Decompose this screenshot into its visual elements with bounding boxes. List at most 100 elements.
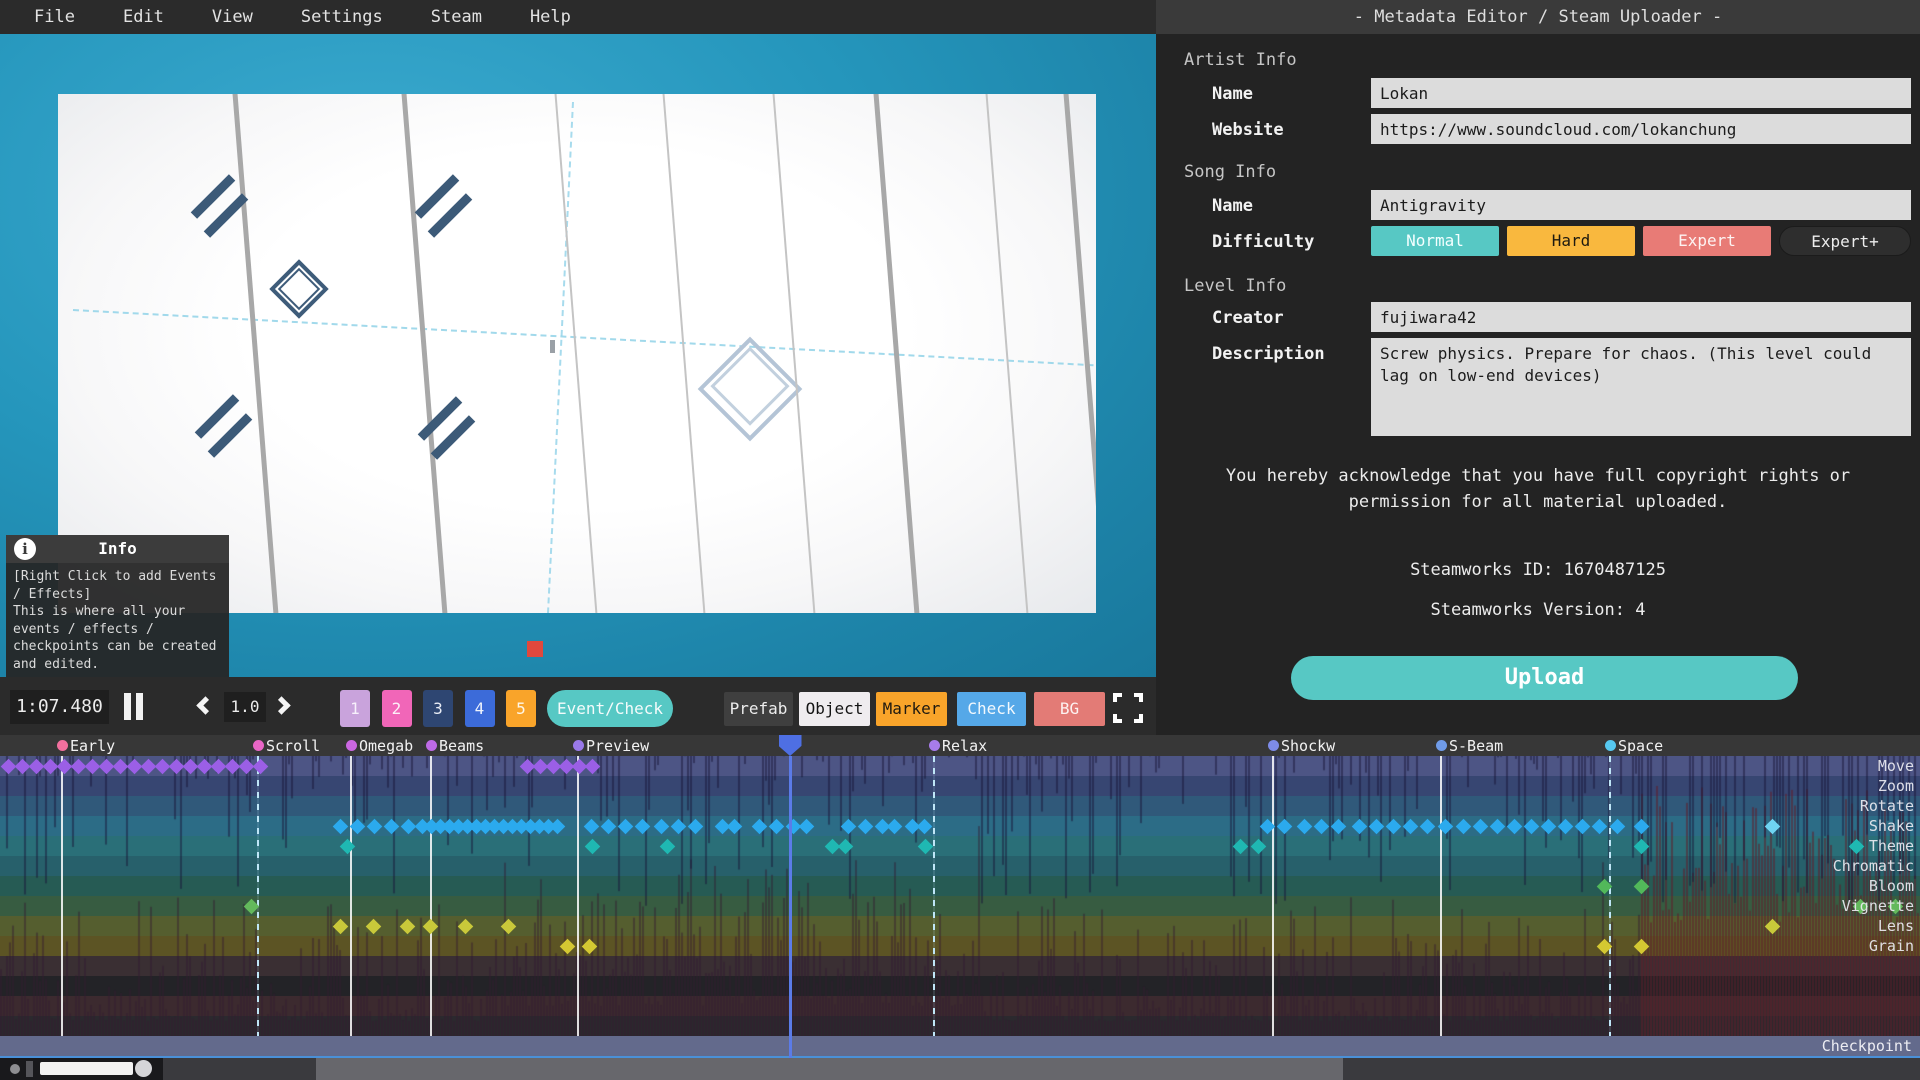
marker-line-relax (933, 756, 935, 1058)
position-marker[interactable] (527, 641, 543, 657)
marker-line-omegab (350, 756, 352, 1058)
fullscreen-icon[interactable] (1113, 693, 1143, 723)
marker-dot-shockw[interactable] (1268, 740, 1279, 751)
marker-line-early (61, 756, 63, 1058)
speed-display[interactable]: 1.0 (224, 692, 266, 722)
marker-line-beams (430, 756, 432, 1058)
diamond-obstacle-selected[interactable] (698, 337, 803, 442)
menu-item-view[interactable]: View (188, 0, 277, 34)
marker-dot-s-beam[interactable] (1436, 740, 1447, 751)
layer-button-4[interactable]: 4 (465, 690, 495, 727)
chevron-right-icon[interactable] (275, 699, 288, 712)
pause-icon[interactable] (124, 693, 131, 720)
marker-label-space[interactable]: Space (1618, 737, 1663, 755)
track-label-grain: Grain (1869, 936, 1914, 956)
level-info-label: Level Info (1184, 276, 1286, 296)
timeline-scrollbar-thumb[interactable] (316, 1058, 1343, 1080)
level-editor-window: FileEditViewSettingsSteamHelp - Metadata… (0, 0, 1920, 1080)
marker-label-early[interactable]: Early (70, 737, 115, 755)
marker-label-omegab[interactable]: Omegab (359, 737, 413, 755)
website-label: Website (1212, 120, 1284, 140)
menu-item-help[interactable]: Help (506, 0, 595, 34)
artist-name-field[interactable] (1371, 78, 1911, 108)
marker-label-preview[interactable]: Preview (586, 737, 649, 755)
double-slash-obstacle[interactable] (190, 398, 260, 468)
mode-button-prefab[interactable]: Prefab (724, 692, 793, 726)
diamond-obstacle[interactable] (269, 259, 328, 318)
metadata-panel: Artist Info Name Website Song Info Name … (1156, 34, 1920, 735)
track-label-vignette: Vignette (1842, 896, 1914, 916)
marker-label-s-beam[interactable]: S-Beam (1449, 737, 1503, 755)
zoom-slider-track[interactable] (40, 1062, 133, 1075)
checkpoint-band[interactable] (0, 1036, 1920, 1056)
website-field[interactable] (1371, 114, 1911, 144)
marker-line-space (1609, 756, 1611, 1058)
song-info-label: Song Info (1184, 162, 1276, 182)
marker-dot-scroll[interactable] (253, 740, 264, 751)
double-slash-obstacle[interactable] (413, 400, 483, 470)
event-check-button[interactable]: Event/Check (547, 690, 673, 727)
menu-item-file[interactable]: File (10, 0, 99, 34)
marker-label-shockw[interactable]: Shockw (1281, 737, 1335, 755)
upload-button[interactable]: Upload (1291, 656, 1798, 700)
track-label-theme: Theme (1869, 836, 1914, 856)
marker-dot-omegab[interactable] (346, 740, 357, 751)
menu-item-steam[interactable]: Steam (407, 0, 506, 34)
track-label-shake: Shake (1869, 816, 1914, 836)
difficulty-expert+[interactable]: Expert+ (1779, 226, 1911, 256)
description-field[interactable]: Screw physics. Prepare for chaos. (This … (1371, 338, 1911, 436)
cursor-tick (550, 340, 555, 353)
track-label-bloom: Bloom (1869, 876, 1914, 896)
song-name-field[interactable] (1371, 190, 1911, 220)
artist-name-label: Name (1212, 84, 1253, 104)
info-icon: i (14, 538, 36, 560)
double-slash-obstacle[interactable] (186, 178, 256, 248)
layer-button-1[interactable]: 1 (340, 690, 370, 727)
creator-label: Creator (1212, 308, 1284, 328)
editor-canvas[interactable]: i Info [Right Click to add Events / Effe… (0, 34, 1156, 677)
steamworks-id: Steamworks ID: 1670487125 (1156, 560, 1920, 580)
layer-button-5[interactable]: 5 (506, 690, 536, 727)
track-line (769, 94, 820, 613)
layer-button-3[interactable]: 3 (423, 690, 453, 727)
track-label-lens: Lens (1878, 916, 1914, 936)
difficulty-hard[interactable]: Hard (1507, 226, 1635, 256)
track-label-rotate: Rotate (1860, 796, 1914, 816)
difficulty-label: Difficulty (1212, 232, 1314, 252)
track-line (659, 94, 710, 613)
description-label: Description (1212, 344, 1325, 364)
chevron-left-icon[interactable] (199, 699, 212, 712)
menu-item-edit[interactable]: Edit (99, 0, 188, 34)
mode-button-object[interactable]: Object (799, 692, 870, 726)
double-slash-obstacle[interactable] (410, 178, 480, 248)
mode-button-check[interactable]: Check (957, 692, 1026, 726)
creator-field[interactable] (1371, 302, 1911, 332)
marker-dot-beams[interactable] (426, 740, 437, 751)
song-name-label: Name (1212, 196, 1253, 216)
marker-label-relax[interactable]: Relax (942, 737, 987, 755)
zoom-slider-handle[interactable] (135, 1060, 152, 1077)
difficulty-expert[interactable]: Expert (1643, 226, 1771, 256)
zoom-slider-dot (10, 1064, 20, 1074)
pause-icon[interactable] (136, 693, 143, 720)
mode-button-marker[interactable]: Marker (876, 692, 947, 726)
layer-button-2[interactable]: 2 (382, 690, 412, 727)
timeline-bands[interactable]: Checkpoint MoveZoomRotateShakeThemeChrom… (0, 756, 1920, 1058)
marker-label-scroll[interactable]: Scroll (266, 737, 320, 755)
time-display[interactable]: 1:07.480 (10, 690, 109, 724)
mode-button-bg[interactable]: BG (1034, 692, 1105, 726)
marker-dot-early[interactable] (57, 740, 68, 751)
zoom-slider-min-icon (26, 1061, 33, 1077)
event-timeline[interactable]: Early Scroll Omegab Beams Preview Relax Shockw… (0, 735, 1920, 1080)
timeline-scroll-strip[interactable] (0, 1058, 1920, 1080)
track-line (551, 94, 602, 613)
panel-title: - Metadata Editor / Steam Uploader - (1156, 0, 1920, 34)
difficulty-normal[interactable]: Normal (1371, 226, 1499, 256)
marker-dot-preview[interactable] (573, 740, 584, 751)
marker-label-beams[interactable]: Beams (439, 737, 484, 755)
timeline-zoom-slider[interactable] (0, 1058, 163, 1080)
marker-dot-relax[interactable] (929, 740, 940, 751)
menu-item-settings[interactable]: Settings (277, 0, 407, 34)
marker-dot-space[interactable] (1605, 740, 1616, 751)
timeline-header[interactable]: Early Scroll Omegab Beams Preview Relax Shockw… (0, 735, 1920, 756)
